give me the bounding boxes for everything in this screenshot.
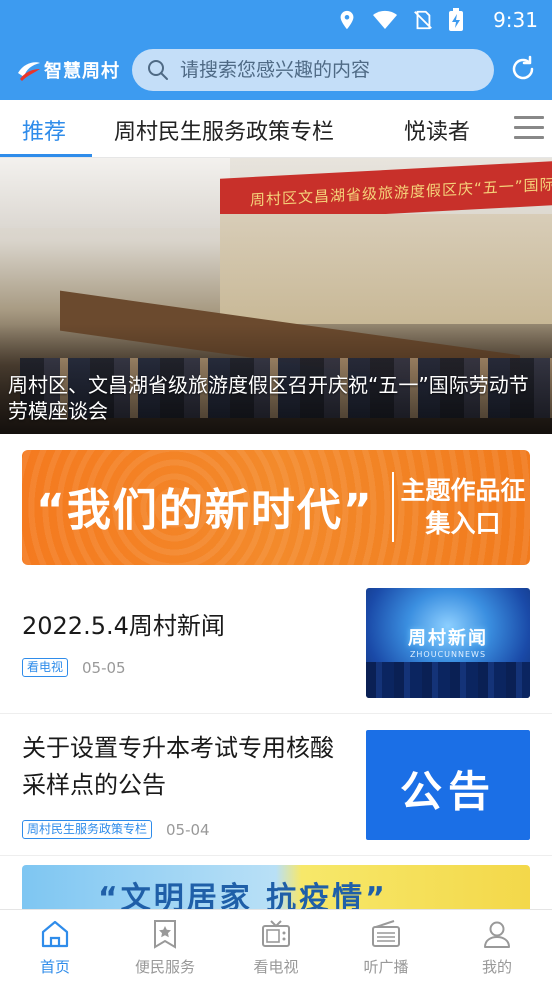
thumb-subtitle: ZHOUCUNNEWS xyxy=(409,650,487,659)
logo-mark-icon xyxy=(18,62,40,81)
tv-icon xyxy=(262,920,290,947)
wifi-icon xyxy=(373,10,397,29)
news-thumbnail: 公告 xyxy=(366,730,530,840)
hero-caption: 周村区、文昌湖省级旅游度假区召开庆祝“五一”国际劳动节劳模座谈会 xyxy=(8,373,529,423)
home-icon xyxy=(41,920,69,948)
tab-recommend[interactable]: 推荐 xyxy=(22,114,66,146)
status-time: 9:31 xyxy=(493,8,538,32)
app-name: 智慧周村 xyxy=(44,61,120,82)
promo-side-text: 主题作品征集入口 xyxy=(400,476,526,538)
active-tab-indicator xyxy=(0,154,92,157)
no-sim-icon xyxy=(414,10,432,30)
status-icons xyxy=(336,8,464,32)
news-tag[interactable]: 周村民生服务政策专栏 xyxy=(22,820,153,839)
bookmark-star-icon xyxy=(154,920,176,949)
nav-profile-label: 我的 xyxy=(481,958,512,976)
news-meta: 看电视 05-05 xyxy=(22,658,126,677)
battery-charging-icon xyxy=(449,8,463,31)
nav-home-label: 首页 xyxy=(39,958,70,976)
thumb-skyline xyxy=(366,662,530,698)
nav-services-label: 便民服务 xyxy=(134,958,195,976)
nav-tv[interactable]: 看电视 xyxy=(231,918,321,977)
tabs-fade xyxy=(462,100,502,157)
promo-banner[interactable]: “我们的新时代” 主题作品征集入口 xyxy=(22,450,530,565)
app-header: 智慧周村 xyxy=(0,40,552,100)
hero-photo-wall xyxy=(220,214,552,324)
nav-radio[interactable]: 听广播 xyxy=(341,918,431,977)
search-icon xyxy=(148,60,168,80)
news-meta: 周村民生服务政策专栏 05-04 xyxy=(22,820,210,839)
news-item[interactable]: 关于设置专升本考试专用核酸采样点的公告 周村民生服务政策专栏 05-04 公告 xyxy=(0,716,552,856)
nav-services[interactable]: 便民服务 xyxy=(120,918,210,977)
menu-icon[interactable] xyxy=(514,116,544,142)
refresh-icon[interactable] xyxy=(508,54,538,84)
nav-home[interactable]: 首页 xyxy=(10,918,100,977)
search-bar[interactable] xyxy=(132,49,494,91)
location-icon xyxy=(340,10,354,30)
search-input[interactable] xyxy=(180,59,480,81)
news-date: 05-04 xyxy=(166,820,210,839)
thumb-title: 周村新闻 xyxy=(408,628,488,649)
news-title: 2022.5.4周村新闻 xyxy=(22,612,225,640)
hero-carousel[interactable]: 周村区文昌湖省级旅游度假区庆“五一”国际劳动节劳模座谈会 周村区、文昌湖省级旅游… xyxy=(0,158,552,434)
news-item[interactable]: 2022.5.4周村新闻 看电视 05-05 周村新闻 ZHOUCUNNEWS xyxy=(0,578,552,714)
tab-reader[interactable]: 悦读者 xyxy=(404,114,470,146)
promo-main-text: “我们的新时代” xyxy=(36,485,374,536)
news-tag[interactable]: 看电视 xyxy=(22,658,69,677)
nav-profile[interactable]: 我的 xyxy=(452,918,542,977)
channel-tabs: 推荐 周村民生服务政策专栏 悦读者 xyxy=(0,100,552,158)
status-bar: 9:31 xyxy=(0,0,552,40)
hero-photo-ceiling xyxy=(0,158,230,228)
news-title: 关于设置专升本考试专用核酸采样点的公告 xyxy=(22,734,334,799)
user-icon xyxy=(484,921,510,948)
news-thumbnail: 周村新闻 ZHOUCUNNEWS xyxy=(366,588,530,698)
tab-policy-column[interactable]: 周村民生服务政策专栏 xyxy=(114,114,334,146)
thumb-title: 公告 xyxy=(399,767,496,816)
news-date: 05-05 xyxy=(82,658,126,677)
nav-radio-label: 听广播 xyxy=(363,958,409,976)
bottom-nav: 首页 便民服务 看电视 听广播 我的 xyxy=(0,909,552,981)
campaign-banner[interactable]: “文明居家 抗疫情” xyxy=(22,865,530,915)
radio-icon xyxy=(372,920,400,947)
promo-divider xyxy=(392,472,394,542)
app-logo[interactable]: 智慧周村 xyxy=(16,54,120,86)
nav-tv-label: 看电视 xyxy=(253,958,299,976)
